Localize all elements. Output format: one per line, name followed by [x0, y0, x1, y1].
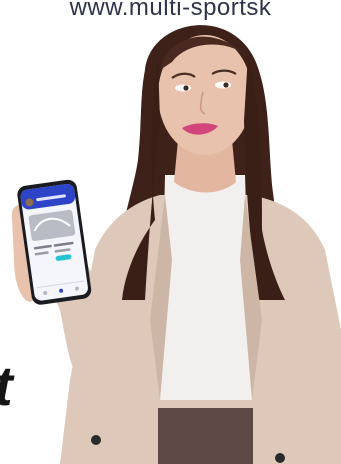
blazer-button-left: [91, 435, 101, 445]
skirt: [158, 408, 253, 464]
woman-holding-phone-illustration: [11, 25, 341, 464]
ad-banner: www.multi-sportsk: [0, 0, 341, 464]
blazer-button-right: [275, 453, 285, 463]
left-eye: [175, 84, 191, 92]
right-eye: [215, 81, 231, 89]
headline-letter: t: [0, 358, 13, 414]
white-top: [160, 175, 252, 400]
